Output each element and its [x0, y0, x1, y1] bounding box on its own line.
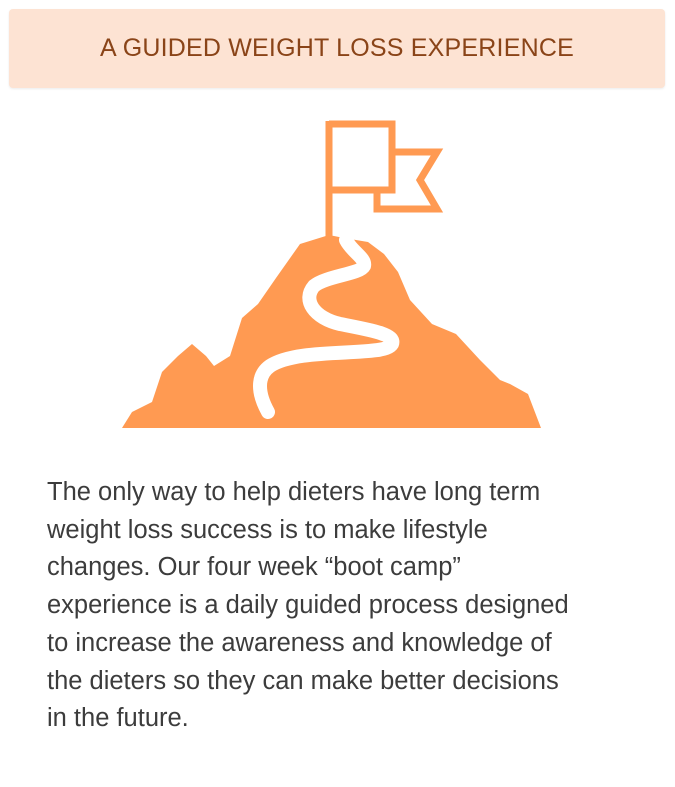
description-text: The only way to help dieters have long t…	[47, 478, 569, 733]
flag-icon	[325, 120, 444, 240]
mountain-flag-icon	[122, 120, 541, 428]
mountain-shape	[122, 235, 541, 428]
